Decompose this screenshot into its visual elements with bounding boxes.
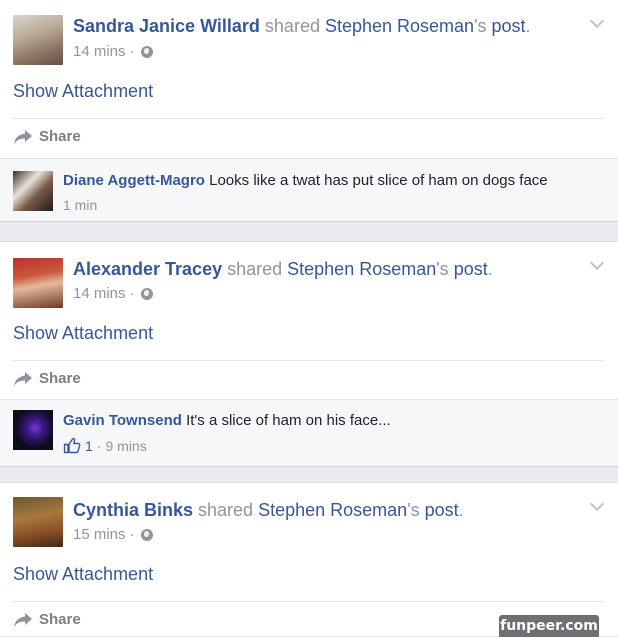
source-name-link[interactable]: Stephen Roseman: [258, 500, 407, 520]
separator-dot: ·: [129, 526, 135, 543]
thumbs-up-icon[interactable]: [63, 437, 81, 454]
feed-post: Cynthia Binks shared Stephen Roseman's p…: [0, 482, 618, 636]
author-name-link[interactable]: Sandra Janice Willard: [73, 16, 260, 36]
author-name-link[interactable]: Alexander Tracey: [73, 259, 222, 279]
shared-verb: shared: [222, 259, 288, 279]
chevron-down-icon[interactable]: [589, 13, 605, 29]
comment: Gavin Townsend It's a slice of ham on hi…: [0, 399, 618, 467]
avatar[interactable]: [13, 258, 63, 308]
shared-verb: shared: [259, 16, 325, 36]
period-text: .: [525, 16, 531, 36]
author-name-link[interactable]: Cynthia Binks: [73, 500, 193, 520]
divider: [12, 601, 604, 602]
comment-text: Gavin Townsend It's a slice of ham on hi…: [63, 412, 391, 430]
globe-icon[interactable]: [140, 46, 153, 58]
avatar[interactable]: [13, 15, 63, 65]
show-attachment-link[interactable]: Show Attachment: [13, 563, 153, 585]
share-arrow-icon: [14, 129, 32, 144]
comment-meta: 1 min: [63, 197, 97, 213]
comment-body: Looks like a twat has put slice of ham o…: [209, 172, 548, 189]
share-button[interactable]: Share: [13, 370, 81, 387]
post-headline: Alexander Tracey shared Stephen Roseman'…: [73, 258, 493, 280]
show-attachment-link[interactable]: Show Attachment: [13, 80, 153, 102]
post-headline: Sandra Janice Willard shared Stephen Ros…: [73, 15, 531, 37]
globe-icon[interactable]: [140, 288, 153, 300]
comment-timestamp[interactable]: 9 mins: [105, 438, 146, 454]
share-button[interactable]: Share: [13, 128, 81, 145]
feed-post: Alexander Tracey shared Stephen Roseman'…: [0, 241, 618, 400]
post-headline: Cynthia Binks shared Stephen Roseman's p…: [73, 499, 464, 521]
commenter-avatar[interactable]: [13, 410, 53, 450]
chevron-down-icon[interactable]: [589, 496, 605, 512]
post-meta: 15 mins ·: [73, 526, 153, 544]
period-text: .: [487, 259, 493, 279]
post-meta: 14 mins ·: [73, 43, 153, 61]
show-attachment-link[interactable]: Show Attachment: [13, 322, 153, 344]
separator-dot: ·: [129, 285, 135, 302]
globe-icon[interactable]: [140, 529, 153, 541]
source-name-link[interactable]: Stephen Roseman: [287, 259, 436, 279]
source-post-link[interactable]: post: [425, 500, 459, 520]
post-meta: 14 mins ·: [73, 285, 153, 303]
possessive-text: 's: [407, 500, 425, 520]
watermark: funpeer.com: [499, 615, 599, 637]
commenter-name-link[interactable]: Diane Aggett-Magro: [63, 172, 205, 189]
separator-dot: ·: [129, 43, 135, 60]
source-name-link[interactable]: Stephen Roseman: [325, 16, 474, 36]
source-post-link[interactable]: post: [492, 16, 526, 36]
share-label: Share: [39, 611, 81, 628]
share-label: Share: [39, 370, 81, 387]
comment-meta: 1 · 9 mins: [63, 437, 147, 454]
chevron-down-icon[interactable]: [589, 255, 605, 271]
like-count[interactable]: 1: [85, 438, 93, 454]
share-label: Share: [39, 128, 81, 145]
period-text: .: [458, 500, 464, 520]
timestamp-link[interactable]: 14 mins: [73, 285, 126, 303]
separator-dot: ·: [96, 437, 102, 454]
timestamp-link[interactable]: 15 mins: [73, 526, 126, 544]
commenter-avatar[interactable]: [13, 171, 53, 211]
feed-post: Sandra Janice Willard shared Stephen Ros…: [0, 0, 618, 158]
comment-body: It's a slice of ham on his face...: [186, 412, 391, 429]
possessive-text: 's: [436, 259, 454, 279]
timestamp-link[interactable]: 14 mins: [73, 43, 126, 61]
comment-text: Diane Aggett-Magro Looks like a twat has…: [63, 172, 548, 190]
possessive-text: 's: [474, 16, 492, 36]
share-button[interactable]: Share: [13, 611, 81, 628]
share-arrow-icon: [14, 371, 32, 386]
comment-timestamp[interactable]: 1 min: [63, 197, 97, 213]
source-post-link[interactable]: post: [454, 259, 488, 279]
divider: [12, 118, 604, 119]
comment: Diane Aggett-Magro Looks like a twat has…: [0, 158, 618, 222]
commenter-name-link[interactable]: Gavin Townsend: [63, 412, 182, 429]
divider: [12, 360, 604, 361]
share-arrow-icon: [14, 612, 32, 627]
avatar[interactable]: [13, 497, 63, 547]
shared-verb: shared: [193, 500, 259, 520]
